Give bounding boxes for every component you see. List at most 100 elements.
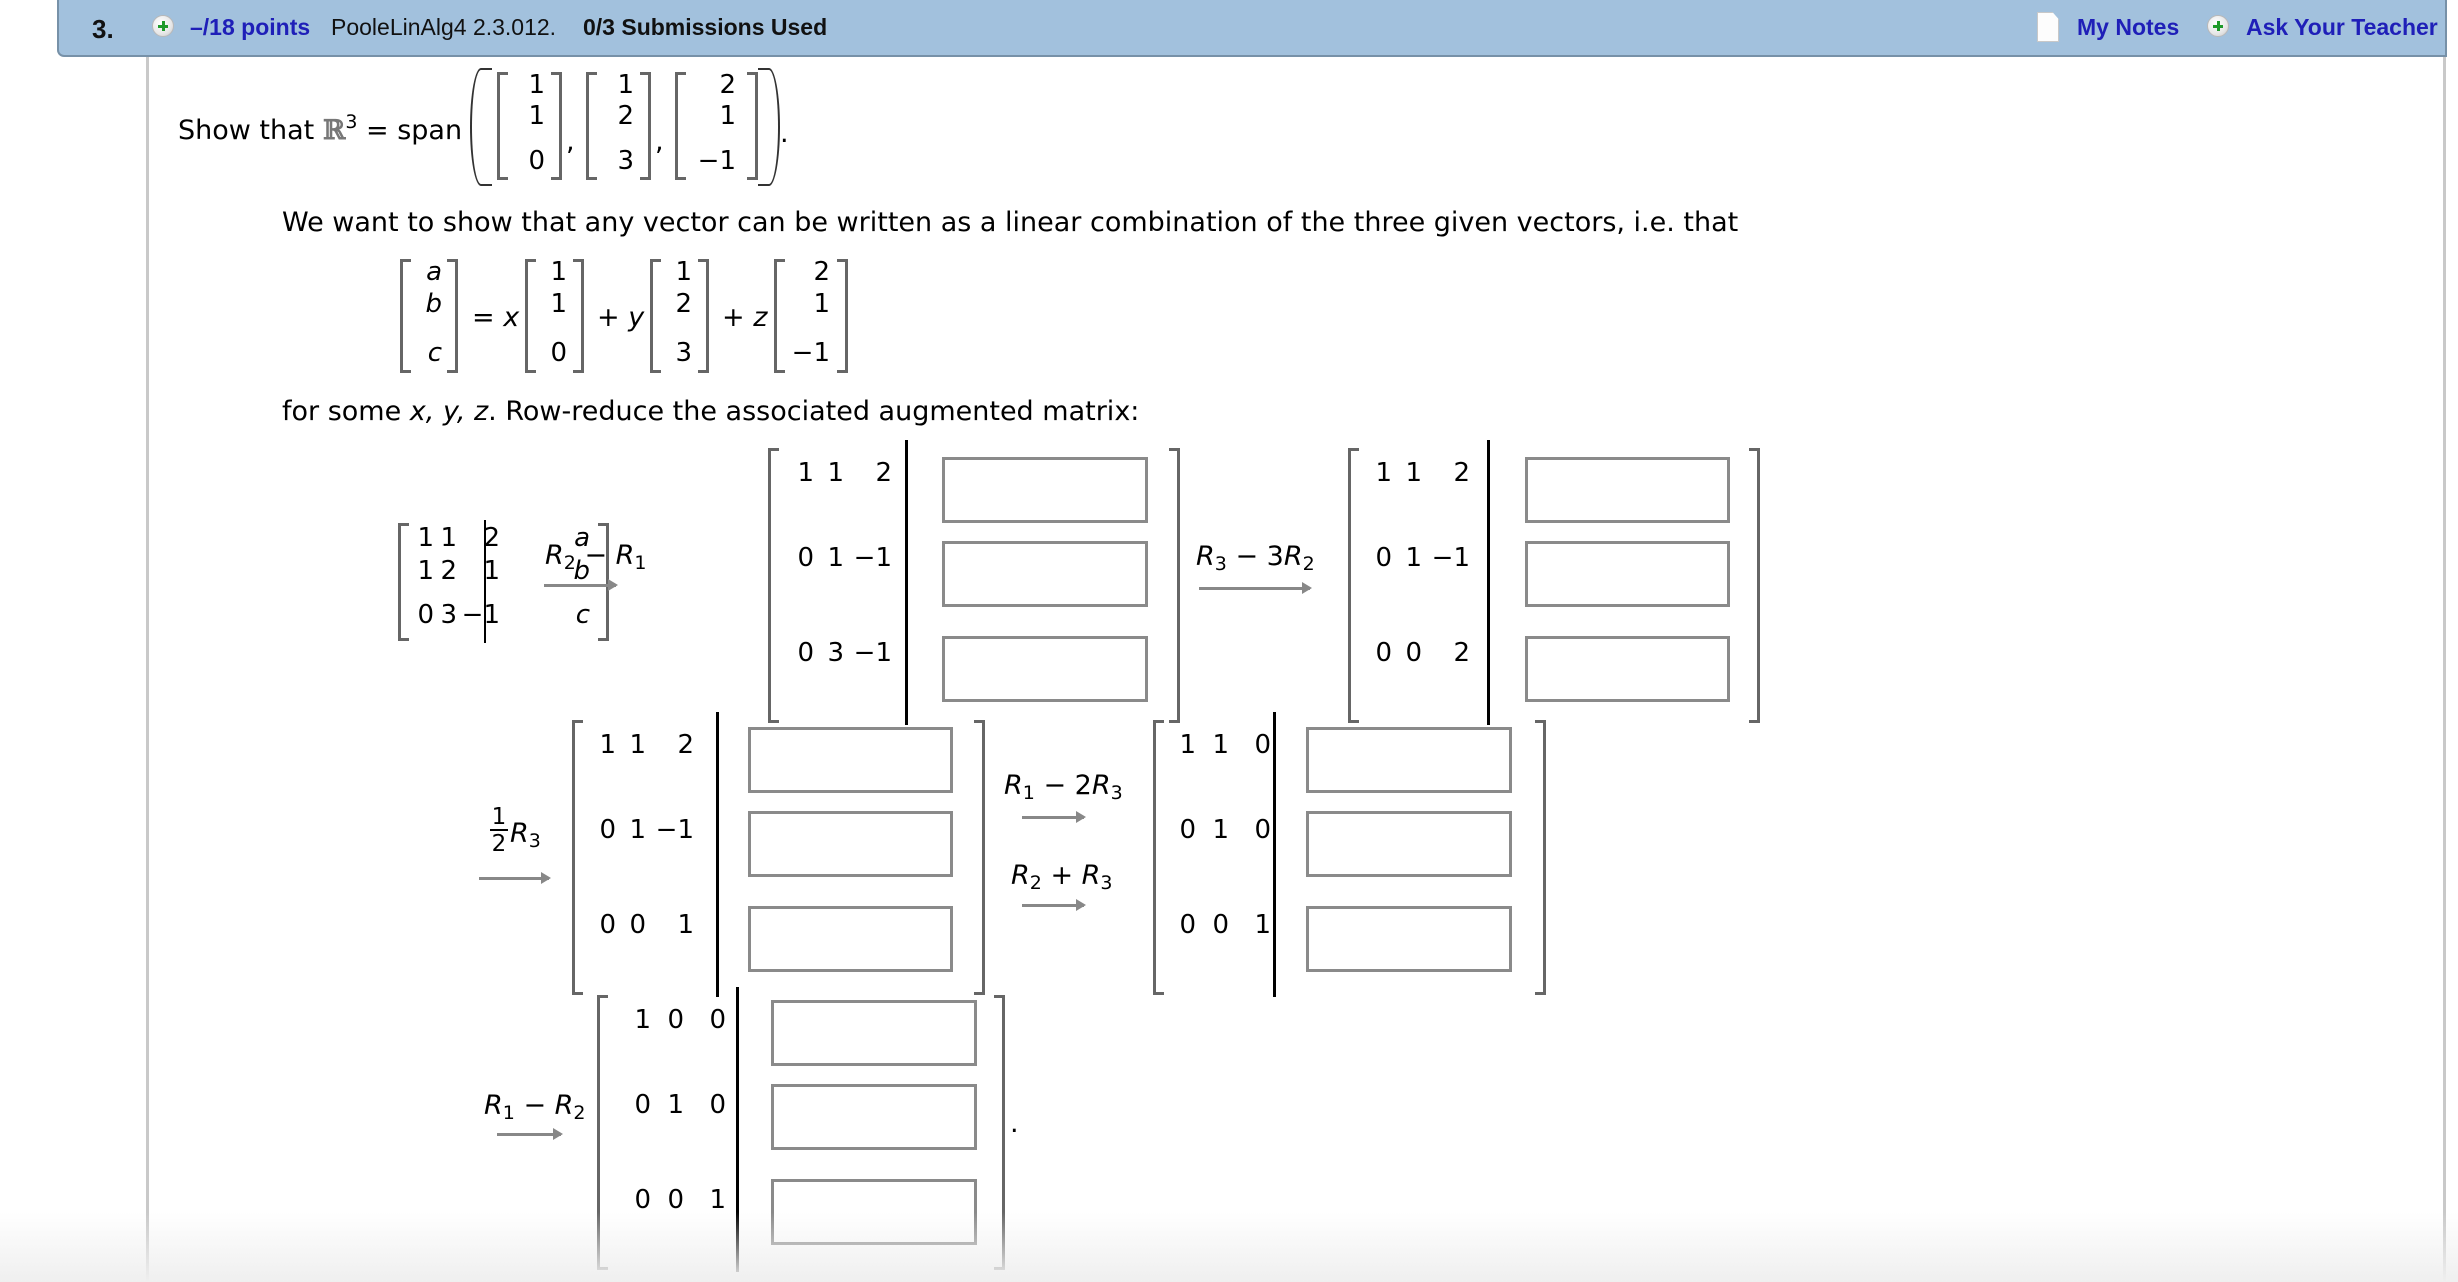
row-reduce-instruction: for some x, y, z. Row-reduce the associa…	[282, 396, 1139, 427]
op-var-sub: 3	[528, 830, 541, 852]
matrix-entry: 1	[709, 1185, 726, 1215]
space-exponent: 3	[345, 111, 358, 133]
answer-input[interactable]	[771, 1000, 977, 1066]
augment-divider	[1273, 712, 1276, 997]
span-v1-entry: 1	[528, 70, 545, 100]
matrix-entry: 0	[1375, 543, 1392, 573]
for-some-vars: x, y, z	[409, 396, 489, 427]
answer-input[interactable]	[1306, 727, 1512, 793]
x-vector-entry: 1	[550, 257, 567, 287]
answer-input[interactable]	[1525, 541, 1730, 607]
matrix-entry: 2	[1453, 638, 1470, 668]
op-b: R	[615, 540, 635, 571]
span-v3-entry: −1	[697, 146, 736, 176]
bracket-right	[837, 259, 848, 373]
matrix-entry: 1	[599, 730, 616, 760]
op-mid: −	[514, 1090, 555, 1121]
lhs-entry: a	[426, 257, 442, 287]
op-a: R	[1011, 860, 1030, 891]
answer-input[interactable]	[748, 727, 953, 793]
op-b-sub: 3	[1110, 782, 1123, 804]
matrix-entry: 0	[629, 910, 646, 940]
bracket-right	[522, 523, 533, 641]
answer-input[interactable]	[771, 1179, 977, 1245]
arrow-step3	[479, 872, 551, 884]
answer-input[interactable]	[1525, 457, 1730, 523]
aug-entry: 0	[417, 600, 434, 630]
matrix-entry: 0	[1254, 815, 1271, 845]
span-v3-entry: 1	[719, 101, 736, 131]
points-link[interactable]: –/18 points	[190, 14, 310, 41]
arrow-step2	[1199, 582, 1312, 594]
answer-input[interactable]	[748, 906, 953, 972]
matrix-entry: 0	[1405, 638, 1422, 668]
span-v1-entry: 1	[528, 101, 545, 131]
ask-your-teacher-link[interactable]: Ask Your Teacher	[2246, 14, 2438, 41]
matrix-entry: 1	[629, 730, 646, 760]
answer-input[interactable]	[942, 636, 1148, 702]
matrix-entry: 0	[797, 638, 814, 668]
matrix-entry: 0	[1212, 910, 1229, 940]
plus-y: + y	[597, 302, 645, 333]
answer-input[interactable]	[1306, 811, 1512, 877]
op-a-sub: 2	[1029, 872, 1042, 894]
answer-input[interactable]	[1306, 906, 1512, 972]
op-b-sub: 2	[573, 1102, 586, 1124]
for-some-suffix: . Row-reduce the associated augmented ma…	[488, 396, 1140, 427]
op-label-step3: R3	[510, 818, 541, 852]
matrix-entry: 3	[827, 638, 844, 668]
bracket-right	[974, 720, 985, 995]
op-a: R	[1196, 541, 1215, 572]
bracket-left	[398, 523, 409, 641]
comma: ,	[655, 126, 664, 157]
y-vector-entry: 2	[675, 289, 692, 319]
op-b: R	[1283, 541, 1303, 572]
span-right-paren	[758, 68, 780, 186]
y-vector-entry: 1	[675, 257, 692, 287]
aug-entry: 1	[417, 556, 434, 586]
aug-entry: 2	[483, 523, 500, 553]
problem-code: PooleLinAlg4 2.3.012.	[331, 14, 557, 40]
notes-page-icon[interactable]	[2037, 12, 2059, 42]
bracket-right	[447, 259, 458, 373]
bracket-right	[1749, 448, 1760, 723]
bracket-right	[1535, 720, 1546, 995]
bracket-right	[640, 72, 651, 180]
matrix-entry: 0	[599, 815, 616, 845]
my-notes-link[interactable]: My Notes	[2077, 14, 2179, 41]
matrix-entry: 0	[634, 1090, 651, 1120]
bracket-right	[994, 995, 1005, 1270]
plus-icon[interactable]	[152, 15, 174, 37]
span-v1-entry: 0	[528, 146, 545, 176]
half-fraction: 1 2	[490, 805, 508, 857]
matrix-entry: 0	[1254, 730, 1271, 760]
ask-teacher-plus-icon[interactable]	[2207, 15, 2229, 37]
augment-divider	[905, 440, 908, 725]
intro-prefix: Show that	[178, 115, 315, 146]
answer-input[interactable]	[771, 1084, 977, 1150]
real-space-symbol: ℝ	[322, 115, 346, 146]
answer-input[interactable]	[942, 541, 1148, 607]
answer-input[interactable]	[1525, 636, 1730, 702]
answer-input[interactable]	[942, 457, 1148, 523]
fraction-numerator: 1	[490, 804, 508, 831]
z-vector-entry: 2	[813, 257, 830, 287]
answer-input[interactable]	[748, 811, 953, 877]
matrix-entry: 1	[827, 543, 844, 573]
statement-text: We want to show that any vector can be w…	[282, 207, 1739, 238]
bracket-right	[698, 259, 709, 373]
bracket-left	[572, 720, 583, 995]
matrix-entry: 0	[634, 1185, 651, 1215]
matrix-entry: 1	[1212, 815, 1229, 845]
op-b: R	[1081, 860, 1101, 891]
bracket-left	[1348, 448, 1359, 723]
op-mid: − 3	[1226, 541, 1284, 572]
matrix-entry: 0	[709, 1005, 726, 1035]
x-vector-entry: 1	[550, 289, 567, 319]
op-b-sub: 3	[1100, 872, 1113, 894]
matrix-entry: 1	[634, 1005, 651, 1035]
matrix-entry: 1	[629, 815, 646, 845]
matrix-entry: 1	[1405, 543, 1422, 573]
equals-span: = span	[366, 115, 463, 146]
bracket-right	[573, 259, 584, 373]
